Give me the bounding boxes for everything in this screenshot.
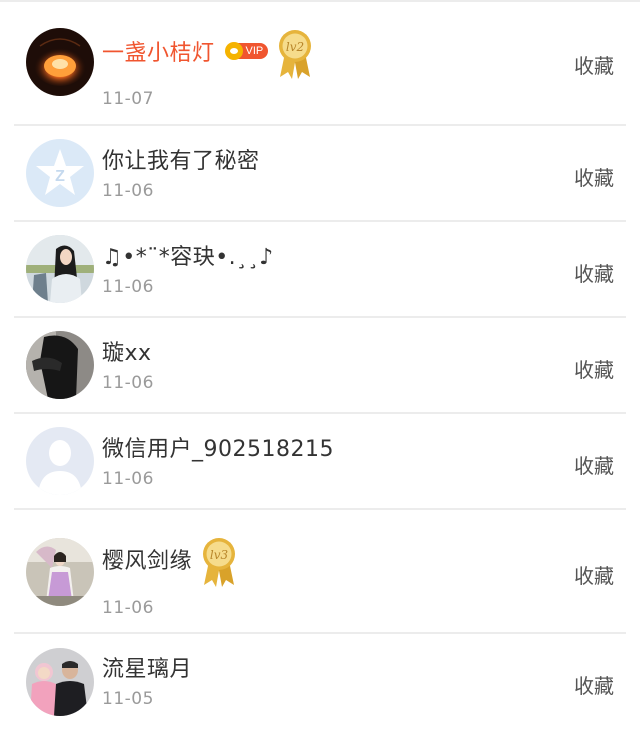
collect-button[interactable]: 收藏 [574,354,614,383]
level-label: lv2 [286,40,304,54]
collect-button[interactable]: 收藏 [574,450,614,479]
list-item[interactable]: ♫•*¨*容玦•.¸¸♪ 11-06 收藏 [0,222,640,318]
collect-button[interactable]: 收藏 [574,560,614,589]
vip-badge: VIP [224,42,269,60]
date: 11-06 [102,598,154,618]
default-person-silhouette-icon [26,427,94,495]
avatar[interactable] [26,235,94,303]
username[interactable]: 一盏小桔灯 [102,35,215,67]
avatar[interactable] [26,648,94,716]
username[interactable]: 璇xx [102,335,152,367]
username[interactable]: ♫•*¨*容玦•.¸¸♪ [102,239,274,271]
collect-button[interactable]: 收藏 [574,50,614,79]
name-line: 一盏小桔灯 VIP lv2 [102,30,314,79]
avatar[interactable] [26,331,94,399]
list-item[interactable]: 流星璃月 11-05 收藏 [0,634,640,731]
date: 11-05 [102,689,154,709]
username[interactable]: 你让我有了秘密 [102,143,260,175]
username[interactable]: 微信用户_902518215 [102,431,334,463]
username[interactable]: 樱风剑缘 [102,543,192,575]
family-avatar-image [26,648,94,716]
list-item[interactable]: 樱风剑缘 lv3 11-06 收藏 [0,510,640,634]
costume-avatar-image [26,538,94,606]
avatar[interactable] [26,427,94,495]
list-item[interactable]: Z 你让我有了秘密 11-06 收藏 [0,126,640,222]
name-line: 微信用户_902518215 [102,430,334,464]
girl-avatar-image [26,235,94,303]
name-line: ♫•*¨*容玦•.¸¸♪ [102,238,274,272]
list-item[interactable]: 微信用户_902518215 11-06 收藏 [0,414,640,510]
collect-button[interactable]: 收藏 [574,670,614,699]
level-label: lv3 [210,548,229,562]
name-line: 璇xx [102,334,152,368]
collect-button[interactable]: 收藏 [574,258,614,287]
date: 11-06 [102,181,154,201]
date: 11-06 [102,277,154,297]
avatar[interactable] [26,28,94,96]
date: 11-06 [102,469,154,489]
level-medal-icon: lv2 [276,29,314,81]
qzone-star-avatar-image: Z [26,139,94,207]
vip-eye-icon [224,42,243,60]
list-item[interactable]: 璇xx 11-06 收藏 [0,318,640,414]
collect-button[interactable]: 收藏 [574,162,614,191]
avatar[interactable]: Z [26,139,94,207]
dark-hair-avatar-image [26,331,94,399]
svg-text:Z: Z [55,168,65,185]
list-item[interactable]: 一盏小桔灯 VIP lv2 11-07 收藏 [0,2,640,126]
name-line: 你让我有了秘密 [102,142,260,176]
date: 11-07 [102,89,154,109]
name-line: 樱风剑缘 lv3 [102,538,238,587]
name-line: 流星璃月 [102,650,192,684]
lantern-avatar-image [26,28,94,96]
username[interactable]: 流星璃月 [102,651,192,683]
date: 11-06 [102,373,154,393]
favorites-list: 一盏小桔灯 VIP lv2 11-07 收藏 Z 你让我有了秘密 11-06 收… [0,0,640,731]
avatar[interactable] [26,538,94,606]
level-medal-icon: lv3 [200,537,238,589]
